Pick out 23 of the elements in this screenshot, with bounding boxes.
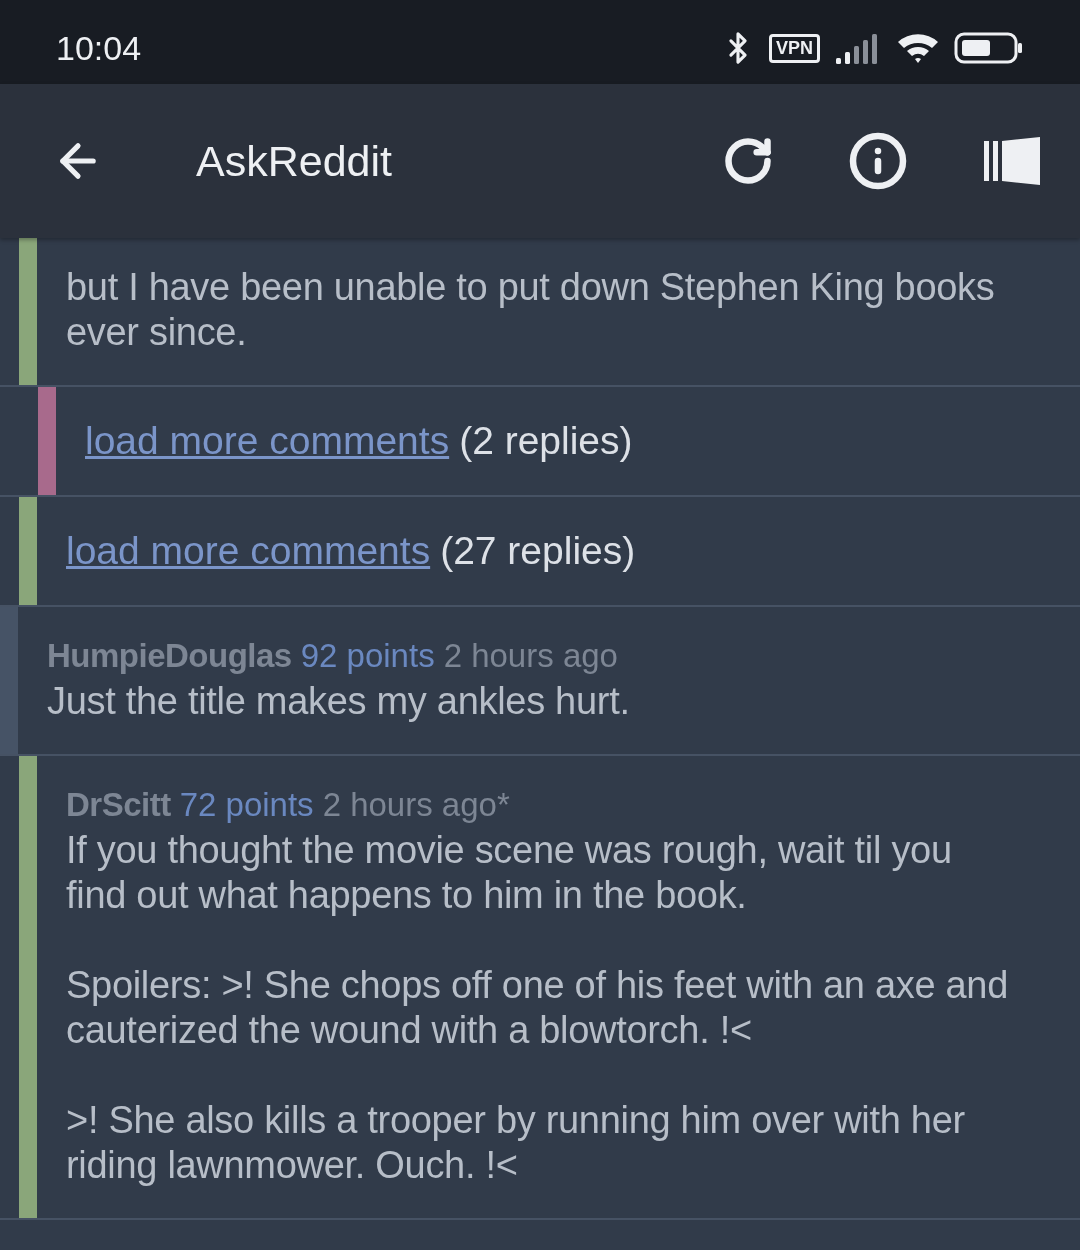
- comment-author[interactable]: DrScitt: [66, 786, 171, 824]
- reply-count: (2 replies): [459, 419, 633, 463]
- comment-text: >! She also kills a trooper by running him over with her riding lawnmower. Ouch. !<: [66, 1098, 966, 1188]
- comment-text: Spoilers: >! She chops off one of his feet with an axe and cauterized the wound with a blowtorch. !<: [66, 963, 1010, 1053]
- comment-author[interactable]: HumpieDouglas: [47, 637, 292, 675]
- clock-time: 10:04: [56, 27, 143, 68]
- comment-time: 2 hours ago: [443, 637, 618, 675]
- info-button[interactable]: [848, 131, 908, 191]
- comment-points: 72 points: [179, 786, 314, 824]
- comment-points: 92 points: [300, 637, 435, 675]
- sidebar-button[interactable]: [982, 135, 1042, 187]
- toolbar-title: AskReddit: [196, 136, 393, 186]
- wifi-icon: [896, 31, 940, 65]
- load-more-link[interactable]: load more comments: [66, 529, 431, 573]
- reply-count: (27 replies): [440, 529, 636, 573]
- refresh-button[interactable]: [722, 135, 774, 187]
- comment-text: If you thought the movie scene was rough, wait til you find out what happens to him in the book.: [66, 828, 953, 918]
- load-more-link[interactable]: load more comments: [85, 419, 450, 463]
- comment-text: but I have been unable to put down Stephen King books ever since.: [66, 265, 996, 355]
- comment-text: Just the title makes my ankles hurt.: [47, 679, 631, 724]
- comment-time: 2 hours ago*: [322, 786, 510, 824]
- vpn-badge: VPN: [769, 33, 820, 63]
- battery-icon: [954, 31, 1024, 65]
